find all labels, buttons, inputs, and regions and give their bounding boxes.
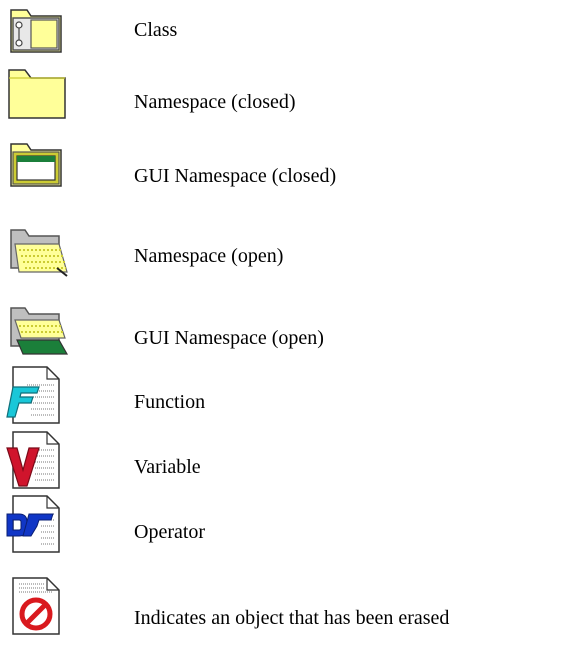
legend-row-namespace-open: Namespace (open) xyxy=(0,220,576,280)
gui-namespace-open-label: GUI Namespace (open) xyxy=(134,327,324,349)
gui-namespace-open-icon xyxy=(5,298,69,358)
function-label: Function xyxy=(134,391,206,413)
erased-object-label: Indicates an object that has been erased xyxy=(134,607,450,629)
gui-namespace-closed-icon xyxy=(5,134,69,194)
legend-row-class: Class xyxy=(0,0,576,60)
class-label: Class xyxy=(134,19,178,41)
legend-row-gui-namespace-open: GUI Namespace (open) xyxy=(0,298,576,358)
namespace-closed-label: Namespace (closed) xyxy=(134,91,296,113)
namespace-open-icon xyxy=(5,220,69,280)
legend-row-operator: Operator xyxy=(0,494,576,554)
legend-row-namespace-closed: Namespace (closed) xyxy=(0,64,576,124)
icon-legend: Class Namespace (closed) GUI Namespace (… xyxy=(0,0,576,659)
erased-object-icon xyxy=(5,576,69,636)
gui-namespace-closed-label: GUI Namespace (closed) xyxy=(134,165,337,187)
namespace-open-label: Namespace (open) xyxy=(134,245,284,267)
variable-label: Variable xyxy=(134,456,201,478)
operator-label: Operator xyxy=(134,521,206,543)
namespace-closed-icon xyxy=(5,64,69,124)
function-icon xyxy=(5,365,69,425)
legend-row-function: Function xyxy=(0,365,576,425)
legend-row-variable: Variable xyxy=(0,430,576,490)
legend-row-gui-namespace-closed: GUI Namespace (closed) xyxy=(0,134,576,194)
class-icon xyxy=(5,0,69,60)
operator-icon xyxy=(5,494,69,554)
variable-icon xyxy=(5,430,69,490)
legend-row-erased-object: Indicates an object that has been erased xyxy=(0,574,576,636)
